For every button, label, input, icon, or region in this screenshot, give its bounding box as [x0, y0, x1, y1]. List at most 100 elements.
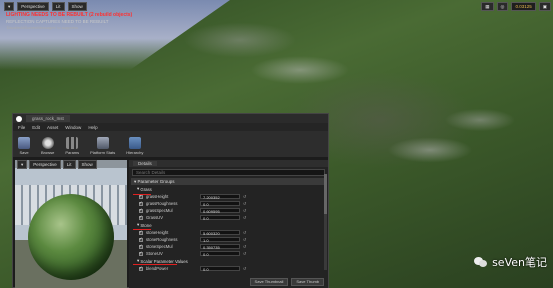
param-checkbox[interactable]	[139, 250, 143, 256]
hierarchy-button[interactable]: Hierarchy	[126, 137, 143, 155]
grid-icon[interactable]: ▦	[481, 1, 494, 11]
param-row: GrassUV 0.0 ↺	[131, 214, 326, 221]
param-value-field[interactable]: 0.0	[200, 215, 240, 221]
parameter-groups-header[interactable]: ▾ Parameter Groups	[131, 178, 326, 185]
param-row: StoneUV 0.0 ↺	[131, 250, 326, 257]
param-name: stoneRoughness	[146, 237, 178, 242]
menu-edit[interactable]: Edit	[32, 125, 40, 130]
lit-button[interactable]: Lit	[51, 1, 65, 11]
material-instance-editor: grass_rock_Inst File Edit Asset Window H…	[12, 113, 329, 288]
param-row: grassHeight 7.200352 ↺	[131, 193, 326, 200]
show-button[interactable]: Show	[67, 1, 87, 11]
reset-arrow-icon[interactable]: ↺	[243, 244, 247, 249]
browse-icon	[41, 137, 54, 149]
param-row: stoneRoughness 1.0 ↺	[131, 236, 326, 243]
param-checkbox[interactable]	[139, 229, 143, 235]
menu-help[interactable]: Help	[88, 125, 97, 130]
highlight-underline-scalar	[133, 264, 177, 265]
details-header: Details	[129, 160, 328, 167]
param-row: grassRoughness 0.0 ↺	[131, 200, 326, 207]
params-button[interactable]: Params	[65, 137, 79, 155]
reset-arrow-icon[interactable]: ↺	[243, 237, 247, 242]
watermark-text: seVen笔记	[492, 256, 547, 269]
param-row: grassSpecMul 0.609595 ↺	[131, 207, 326, 214]
save-thumbnail-button[interactable]: Save Thumbnail	[249, 278, 289, 286]
camera-speed-icon[interactable]: ▣	[538, 1, 551, 11]
preview-menu-button[interactable]: ▾	[17, 160, 28, 169]
viewport-menu-button[interactable]: ▾	[4, 1, 15, 11]
reset-arrow-icon[interactable]: ↺	[243, 230, 247, 235]
preview-show-button[interactable]: Show	[77, 160, 97, 169]
snap-value[interactable]: 0.03125	[511, 1, 536, 11]
preview-perspective-button[interactable]: Perspective	[29, 160, 61, 169]
viewport-toolbar: ▾ Perspective Lit Show	[4, 1, 87, 11]
editor-tab[interactable]: grass_rock_Inst	[26, 115, 70, 122]
rotation-icon[interactable]: ◎	[496, 1, 509, 11]
param-name: grassHeight	[146, 194, 169, 199]
param-name: stoneSpecMul	[146, 244, 173, 249]
reset-arrow-icon[interactable]: ↺	[243, 201, 247, 206]
unreal-logo-icon	[16, 115, 22, 122]
param-value-field[interactable]: 0.0	[200, 251, 240, 257]
reset-arrow-icon[interactable]: ↺	[243, 194, 247, 199]
param-checkbox[interactable]	[139, 214, 143, 220]
param-name: grassRoughness	[146, 201, 178, 206]
wechat-icon	[474, 256, 488, 268]
param-checkbox[interactable]	[139, 243, 143, 249]
reset-arrow-icon[interactable]: ↺	[243, 251, 247, 256]
param-checkbox[interactable]	[139, 265, 143, 271]
menu-file[interactable]: File	[18, 125, 25, 130]
param-value-field[interactable]: 7.200352	[200, 194, 240, 200]
reset-arrow-icon[interactable]: ↺	[243, 215, 247, 220]
params-icon	[66, 137, 79, 149]
param-value-field[interactable]: 0.350735	[200, 244, 240, 250]
param-value-field[interactable]: 0.0	[200, 201, 240, 207]
param-value-field[interactable]: 5.600320	[200, 230, 240, 236]
save-icon	[18, 137, 30, 149]
reset-arrow-icon[interactable]: ↺	[243, 208, 247, 213]
highlight-underline-stone	[133, 229, 151, 230]
material-preview-sphere	[28, 194, 114, 280]
platform-stats-button[interactable]: Platform Stats	[90, 137, 115, 155]
preview-lit-button[interactable]: Lit	[62, 160, 76, 169]
param-value-field[interactable]: 1.0	[200, 237, 240, 243]
details-scrollbar[interactable]	[324, 174, 327, 270]
menu-window[interactable]: Window	[65, 125, 81, 130]
param-name: StoneUV	[146, 251, 163, 256]
editor-toolbar: Save Browse Params Platform Stats Hierar…	[13, 131, 328, 157]
param-name: blendPower	[146, 266, 169, 271]
param-row: stoneHeight 5.600320 ↺	[131, 229, 326, 236]
lighting-warning: LIGHTING NEEDS TO BE REBUILT (2 rebuild …	[6, 12, 133, 18]
details-panel: Details ▾ Parameter Groups ▾ Grass grass…	[129, 160, 328, 288]
reflection-warning: REFLECTION CAPTURES NEED TO BE REBUILT	[6, 19, 109, 24]
watermark: seVen笔记	[474, 254, 547, 270]
preview-viewport[interactable]: ▾ Perspective Lit Show	[15, 160, 127, 288]
param-checkbox[interactable]	[139, 236, 143, 242]
details-search	[132, 169, 325, 176]
suppress-hint: 'DisableAllScreenMessages' to suppress	[6, 25, 79, 30]
group-grass[interactable]: ▾ Grass	[131, 186, 326, 192]
reset-arrow-icon[interactable]: ↺	[243, 266, 247, 271]
group-stone[interactable]: ▾ Stone	[131, 222, 326, 228]
save-button[interactable]: Save	[18, 137, 30, 155]
scrollbar-thumb[interactable]	[324, 174, 327, 214]
platform-stats-icon	[96, 137, 109, 149]
save-thumb-button[interactable]: Save Thumb	[291, 278, 324, 286]
details-tab[interactable]: Details	[133, 161, 157, 166]
viewport-toolbar-right: ▦ ◎ 0.03125 ▣	[481, 1, 551, 11]
param-value-field[interactable]: 0.609595	[200, 208, 240, 214]
editor-menubar: File Edit Asset Window Help	[13, 123, 328, 131]
param-name: GrassUV	[146, 215, 163, 220]
param-row: stoneSpecMul 0.350735 ↺	[131, 243, 326, 250]
param-value-field[interactable]: 0.0	[200, 266, 240, 272]
browse-button[interactable]: Browse	[41, 137, 54, 155]
highlight-underline-grass	[133, 194, 151, 195]
details-search-input[interactable]	[136, 170, 296, 175]
menu-asset[interactable]: Asset	[47, 125, 58, 130]
param-checkbox[interactable]	[139, 207, 143, 213]
perspective-button[interactable]: Perspective	[17, 1, 49, 11]
hierarchy-icon	[128, 137, 141, 149]
param-checkbox[interactable]	[139, 193, 143, 199]
param-name: stoneHeight	[146, 230, 169, 235]
param-checkbox[interactable]	[139, 200, 143, 206]
